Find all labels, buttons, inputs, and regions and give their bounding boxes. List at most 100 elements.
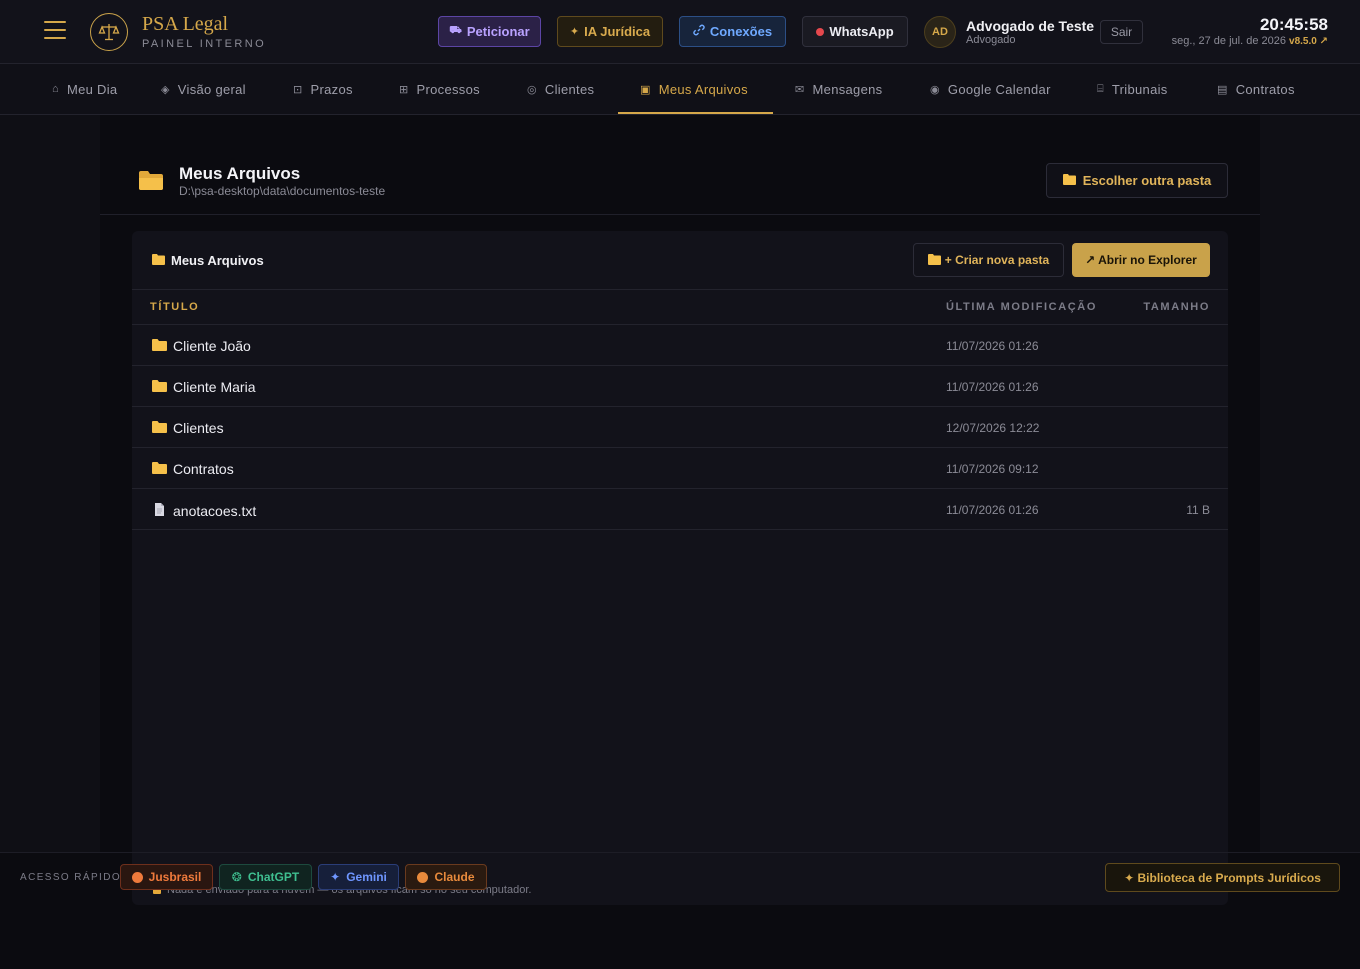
choose-folder-label: Escolher outra pasta <box>1082 173 1212 188</box>
tab-label: Meu Dia <box>66 81 118 97</box>
column-header-modified[interactable]: ÚLTIMA MODIFICAÇÃO <box>946 301 1097 313</box>
tab-label: Tribunais <box>1111 81 1168 97</box>
conexoes-label: Conexões <box>709 24 773 39</box>
row-name: Clientes <box>152 420 224 436</box>
row-name: Contratos <box>152 461 234 477</box>
tab-label: Google Calendar <box>947 81 1051 97</box>
clock-time: 20:45:58 <box>1259 15 1328 34</box>
peticionar-button[interactable]: ⛟ Peticionar <box>438 16 541 47</box>
item-name: Contratos <box>173 461 234 477</box>
whatsapp-button[interactable]: WhatsApp <box>802 16 908 47</box>
folder-icon <box>927 253 941 268</box>
table-row[interactable]: anotacoes.txt 11/07/2026 01:26 11 B <box>132 489 1228 530</box>
top-header: PSA Legal PAINEL INTERNO ⛟ Peticionar ✦ … <box>0 0 1360 64</box>
open-explorer-button[interactable]: ↗ Abrir no Explorer <box>1072 243 1210 277</box>
folder-icon <box>152 461 167 477</box>
panel-title: Meus Arquivos <box>152 253 264 268</box>
tab-meus-arquivos[interactable]: ▣ Meus Arquivos <box>640 64 748 114</box>
sparkle-icon: ✦ <box>569 26 580 38</box>
tab-label: Visão geral <box>177 81 246 97</box>
table-row[interactable]: Cliente Maria 11/07/2026 01:26 <box>132 366 1228 407</box>
menu-icon[interactable] <box>44 21 66 43</box>
gemini-star-icon: ✦ <box>330 870 341 884</box>
folder-icon <box>1062 173 1076 188</box>
tab-label: Clientes <box>544 81 595 97</box>
table-row[interactable]: Contratos 11/07/2026 09:12 <box>132 448 1228 489</box>
prompt-library-button[interactable]: ✦ Biblioteca de Prompts Jurídicos <box>1105 863 1340 892</box>
jusbrasil-label: Jusbrasil <box>148 870 202 884</box>
tab-tribunais[interactable]: ⌸ Tribunais <box>1097 64 1168 114</box>
item-size: 11 B <box>1186 503 1210 517</box>
claude-icon <box>417 871 429 883</box>
row-divider <box>132 529 1228 530</box>
tab-contratos[interactable]: ▤ Contratos <box>1217 64 1295 114</box>
robot-icon: ⛟ <box>449 25 462 36</box>
item-name: Cliente João <box>173 338 251 354</box>
row-name: Cliente Maria <box>152 379 255 395</box>
create-folder-button[interactable]: + Criar nova pasta <box>913 243 1064 277</box>
openai-icon: ❂ <box>231 870 242 884</box>
conexoes-button[interactable]: Conexões <box>679 16 786 47</box>
mail-icon: ✉ <box>795 83 805 96</box>
folder-path: D:\psa-desktop\data\documentos-teste <box>179 184 386 198</box>
user-role: Advogado <box>966 34 1016 46</box>
gemini-label: Gemini <box>346 870 387 884</box>
link-icon <box>693 24 705 39</box>
side-shade-left <box>0 115 100 852</box>
quick-access-bar: ACESSO RÁPIDO Jusbrasil ❂ ChatGPT ✦ Gemi… <box>0 852 1360 902</box>
tab-label: Processos <box>416 81 480 97</box>
quick-access-label: ACESSO RÁPIDO <box>20 872 121 883</box>
tab-meu-dia[interactable]: ⌂ Meu Dia <box>52 64 117 114</box>
folder-square-icon: ▣ <box>640 83 651 96</box>
page-title: Meus Arquivos <box>179 164 301 183</box>
peticionar-label: Peticionar <box>466 24 530 39</box>
gemini-button[interactable]: ✦ Gemini <box>318 864 399 890</box>
item-modified: 11/07/2026 09:12 <box>946 462 1039 476</box>
choose-folder-button[interactable]: Escolher outra pasta <box>1046 163 1228 198</box>
breadcrumb-label: Meus Arquivos <box>171 253 264 268</box>
tab-label: Prazos <box>310 81 353 97</box>
tab-visao-geral[interactable]: ◈ Visão geral <box>161 64 246 114</box>
text-file-icon <box>152 502 167 520</box>
item-modified: 11/07/2026 01:26 <box>946 503 1039 517</box>
chatgpt-button[interactable]: ❂ ChatGPT <box>219 864 312 890</box>
active-tab-indicator <box>618 112 773 114</box>
jusbrasil-button[interactable]: Jusbrasil <box>120 864 213 890</box>
logout-button[interactable]: Sair <box>1100 20 1143 44</box>
tab-label: Meus Arquivos <box>658 81 748 97</box>
ia-juridica-button[interactable]: ✦ IA Jurídica <box>557 16 663 47</box>
row-name: anotacoes.txt <box>152 502 256 520</box>
item-name: Cliente Maria <box>173 379 256 395</box>
jusbrasil-icon <box>131 871 143 883</box>
tab-prazos[interactable]: ⊡ Prazos <box>293 64 353 114</box>
item-modified: 11/07/2026 01:26 <box>946 339 1039 353</box>
item-name: Clientes <box>173 420 224 436</box>
home-icon: ⌂ <box>52 83 59 95</box>
grid-icon: ⊞ <box>399 83 409 96</box>
tab-processos[interactable]: ⊞ Processos <box>399 64 480 114</box>
tab-clientes[interactable]: ◎ Clientes <box>527 64 594 114</box>
claude-button[interactable]: Claude <box>405 864 487 890</box>
folder-icon <box>152 379 167 395</box>
table-row[interactable]: Cliente João 11/07/2026 01:26 <box>132 325 1228 366</box>
brand-subtitle: PAINEL INTERNO <box>142 38 267 50</box>
folder-icon <box>152 420 167 436</box>
column-header-title[interactable]: TÍTULO <box>150 301 199 313</box>
table-row[interactable]: Clientes 12/07/2026 12:22 <box>132 407 1228 448</box>
version-link[interactable]: v8.5.0 ↗ <box>1289 36 1328 47</box>
row-name: Cliente João <box>152 338 251 354</box>
column-header-size[interactable]: TAMANHO <box>1143 301 1210 313</box>
document-icon: ▤ <box>1217 83 1228 96</box>
avatar[interactable]: AD <box>924 16 956 48</box>
folder-icon <box>152 338 167 354</box>
radio-icon: ◉ <box>930 83 940 96</box>
divider <box>132 289 1228 290</box>
tab-mensagens[interactable]: ✉ Mensagens <box>795 64 882 114</box>
create-folder-label: + Criar nova pasta <box>944 253 1050 267</box>
tab-google-calendar[interactable]: ◉ Google Calendar <box>930 64 1051 114</box>
item-name: anotacoes.txt <box>173 503 257 519</box>
claude-label: Claude <box>434 870 475 884</box>
chatgpt-label: ChatGPT <box>247 870 300 884</box>
user-circle-icon: ◎ <box>527 83 537 96</box>
header-divider <box>100 214 1260 215</box>
